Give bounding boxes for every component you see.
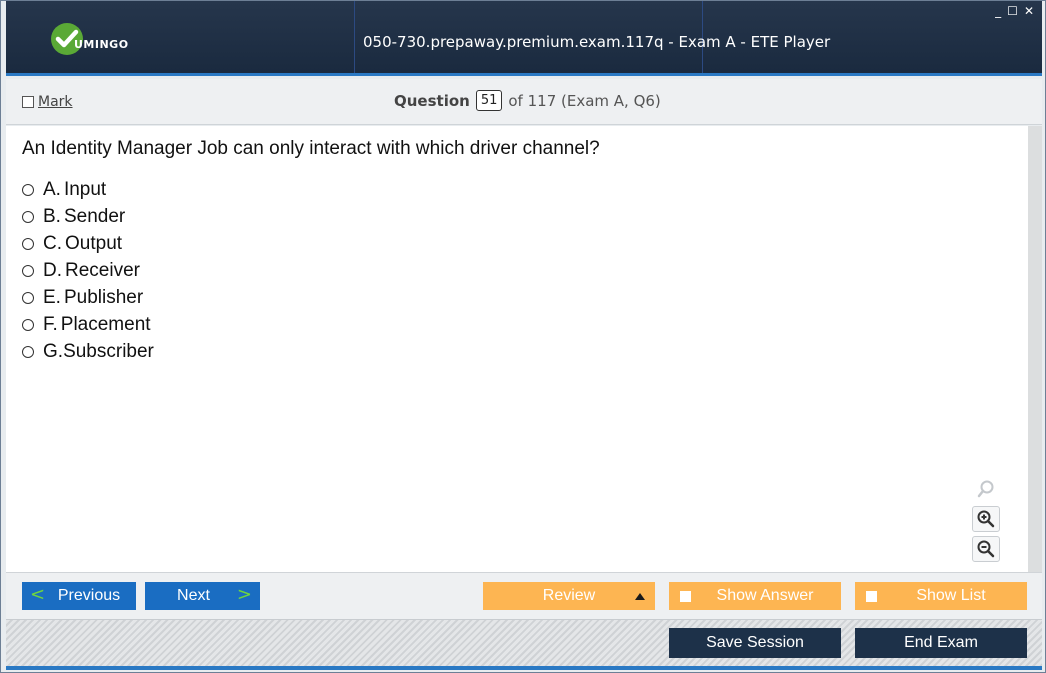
chevron-left-icon: < (30, 584, 46, 605)
option-text: Input (63, 178, 107, 200)
zoom-tools (972, 476, 1004, 566)
answer-option[interactable]: A. Input (22, 176, 154, 203)
caret-up-icon[interactable] (635, 592, 645, 600)
zoom-out-icon[interactable] (972, 536, 1000, 562)
answer-option[interactable]: B. Sender (22, 203, 154, 230)
mark-checkbox-box[interactable] (22, 96, 34, 108)
option-text: Sender (63, 205, 126, 227)
vertical-scrollbar[interactable] (1028, 126, 1042, 572)
option-letter: F. (43, 313, 58, 335)
end-exam-label: End Exam (904, 634, 978, 651)
radio-button[interactable] (22, 237, 34, 250)
option-letter: A. (43, 178, 61, 200)
option-text: Output (65, 232, 123, 254)
radio-button[interactable] (22, 264, 34, 277)
save-session-button[interactable]: Save Session (669, 628, 841, 658)
question-total: of 117 (Exam A, Q6) (508, 91, 661, 110)
show-answer-checkbox[interactable] (680, 590, 691, 602)
answer-option[interactable]: G. Subscriber (22, 338, 154, 365)
show-answer-label: Show Answer (716, 587, 814, 604)
radio-button[interactable] (22, 210, 34, 223)
end-exam-button[interactable]: End Exam (855, 628, 1027, 658)
bottom-accent-bar (6, 666, 1042, 670)
window-controls: _ ☐ ✕ (995, 4, 1034, 18)
question-number-input[interactable]: 51 (475, 90, 503, 111)
option-letter: D. (43, 259, 62, 281)
radio-button[interactable] (22, 183, 34, 196)
title-bar: UMINGO 050-730.prepaway.premium.exam.117… (6, 1, 1042, 76)
minimize-icon[interactable]: _ (995, 4, 1001, 18)
answer-option[interactable]: E. Publisher (22, 284, 154, 311)
window-title: 050-730.prepaway.premium.exam.117q - Exa… (363, 33, 831, 51)
show-answer-button[interactable]: Show Answer (669, 582, 841, 610)
review-label: Review (542, 587, 596, 604)
option-text: Publisher (63, 286, 144, 308)
option-text: Subscriber (63, 340, 154, 362)
radio-button[interactable] (22, 345, 34, 358)
chevron-right-icon: > (236, 584, 252, 605)
review-button[interactable]: Review (483, 582, 655, 610)
question-content: An Identity Manager Job can only interac… (6, 126, 1042, 572)
show-list-label: Show List (916, 587, 986, 604)
show-list-button[interactable]: Show List (855, 582, 1027, 610)
mark-label[interactable]: Mark (38, 94, 73, 110)
previous-label: Previous (57, 587, 121, 604)
show-list-checkbox[interactable] (866, 590, 877, 602)
next-button[interactable]: Next > (145, 582, 260, 610)
question-label: Question (394, 91, 470, 110)
next-label: Next (177, 587, 210, 604)
option-letter: E. (43, 286, 61, 308)
answer-option[interactable]: D. Receiver (22, 257, 154, 284)
answer-option[interactable]: C. Output (22, 230, 154, 257)
save-session-label: Save Session (706, 634, 804, 651)
question-header: Mark Question 51 of 117 (Exam A, Q6) (6, 79, 1042, 125)
option-text: Placement (60, 313, 151, 335)
radio-button[interactable] (22, 318, 34, 331)
answer-options: A. Input B. Sender C. Output D. Receiver… (22, 176, 154, 365)
option-letter: G. (43, 340, 64, 362)
question-counter: Question 51 of 117 (Exam A, Q6) (394, 90, 661, 111)
question-text: An Identity Manager Job can only interac… (22, 138, 600, 159)
navigation-bar: < Previous Next > Review Show Answer Sho… (6, 572, 1042, 619)
answer-option[interactable]: F. Placement (22, 311, 154, 338)
title-separator (354, 1, 355, 73)
maximize-icon[interactable]: ☐ (1007, 4, 1018, 18)
vumingo-logo: UMINGO (51, 23, 151, 55)
option-letter: C. (43, 232, 62, 254)
logo-text: UMINGO (74, 38, 129, 51)
mark-checkbox[interactable]: Mark (22, 94, 73, 110)
magnifier-icon (972, 476, 1000, 502)
previous-button[interactable]: < Previous (22, 582, 136, 610)
option-text: Receiver (65, 259, 140, 281)
radio-button[interactable] (22, 291, 34, 304)
close-icon[interactable]: ✕ (1024, 4, 1034, 18)
option-letter: B. (43, 205, 61, 227)
exam-player-window: UMINGO 050-730.prepaway.premium.exam.117… (0, 0, 1046, 673)
action-bar: Save Session End Exam (6, 619, 1042, 666)
zoom-in-icon[interactable] (972, 506, 1000, 532)
